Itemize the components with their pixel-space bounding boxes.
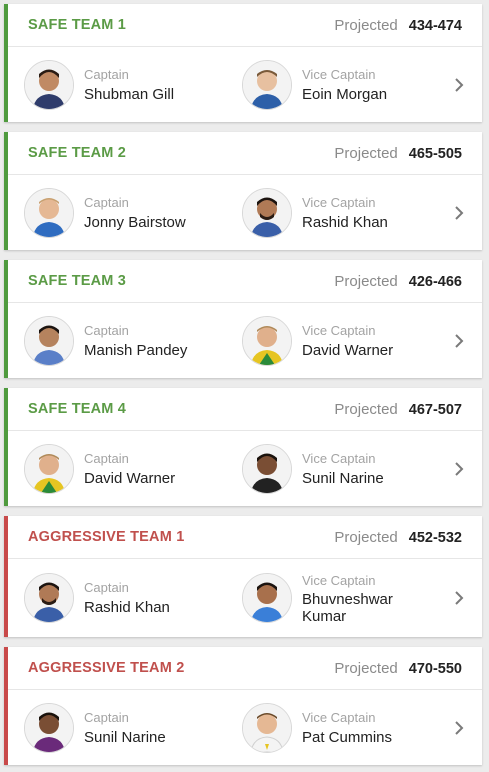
vice-captain-label: Vice Captain [302,194,376,210]
captain-label: Captain [84,322,129,338]
team-card-header: SAFE TEAM 4 Projected 467-507 [8,388,482,431]
player-avatar-icon [242,443,292,494]
captain-name: Sunil Narine [84,728,166,746]
chevron-right-icon[interactable] [450,589,468,607]
team-card-header: SAFE TEAM 2 Projected 465-505 [8,132,482,175]
player-avatar-icon [24,702,74,753]
captain-label: Captain [84,194,129,210]
projected-label: Projected [334,400,398,418]
vice-captain: Vice Captain Eoin Morgan [242,47,387,122]
team-name: SAFE TEAM 2 [28,145,127,161]
team-card-body[interactable]: Captain Manish Pandey Vice Captain David… [8,303,482,378]
captain-name: Shubman Gill [84,85,175,103]
captain: Captain Shubman Gill [24,47,174,122]
team-card[interactable]: AGGRESSIVE TEAM 1 Projected 452-532 Capt… [4,516,482,637]
team-name: SAFE TEAM 4 [28,401,127,417]
team-name: AGGRESSIVE TEAM 1 [28,529,185,545]
player-avatar-icon [24,187,74,238]
projected-value: 426-466 [408,273,462,290]
captain: Captain Sunil Narine [24,690,166,765]
vice-captain-name: Bhuvneshwar Kumar [302,590,393,625]
projected-score: Projected 426-466 [334,273,462,290]
projected-label: Projected [334,272,398,290]
captain: Captain David Warner [24,431,175,506]
vice-captain-label: Vice Captain [302,322,376,338]
captain-name: Manish Pandey [84,341,188,359]
projected-value: 467-507 [408,401,462,418]
captain-name: Rashid Khan [84,599,170,616]
player-avatar-icon [242,315,292,366]
vice-captain-name: Rashid Khan [302,213,388,231]
vice-captain: Vice Captain Pat Cummins [242,690,392,765]
team-name: AGGRESSIVE TEAM 2 [28,660,185,676]
chevron-right-icon[interactable] [450,719,468,737]
team-card[interactable]: SAFE TEAM 2 Projected 465-505 Captain Jo… [4,132,482,250]
player-avatar-icon [242,187,292,238]
team-card-header: AGGRESSIVE TEAM 2 Projected 470-550 [8,647,482,690]
team-card-header: AGGRESSIVE TEAM 1 Projected 452-532 [8,516,482,559]
captain-label: Captain [84,450,129,466]
vice-captain: Vice Captain Rashid Khan [242,175,388,250]
team-card-header: SAFE TEAM 3 Projected 426-466 [8,260,482,303]
projected-score: Projected 434-474 [334,17,462,34]
vice-captain-label: Vice Captain [302,572,376,588]
projected-label: Projected [334,144,398,162]
captain-label: Captain [84,66,129,82]
team-card[interactable]: AGGRESSIVE TEAM 2 Projected 470-550 Capt… [4,647,482,765]
player-avatar-icon [24,573,74,623]
team-card[interactable]: SAFE TEAM 4 Projected 467-507 Captain Da… [4,388,482,506]
player-avatar-icon [242,573,292,623]
chevron-right-icon[interactable] [450,76,468,94]
captain: Captain Jonny Bairstow [24,175,186,250]
projected-score: Projected 465-505 [334,145,462,162]
team-card[interactable]: SAFE TEAM 3 Projected 426-466 Captain Ma… [4,260,482,378]
team-card-body[interactable]: Captain David Warner Vice Captain Sunil … [8,431,482,506]
captain: Captain Manish Pandey [24,303,187,378]
captain-name: Jonny Bairstow [84,213,186,231]
vice-captain-name: Pat Cummins [302,728,393,746]
team-card[interactable]: SAFE TEAM 1 Projected 434-474 Captain Sh… [4,4,482,122]
projected-value: 434-474 [408,17,462,34]
vice-captain-name: Sunil Narine [302,469,384,487]
player-avatar-icon [24,443,74,494]
chevron-right-icon[interactable] [450,204,468,222]
team-card-header: SAFE TEAM 1 Projected 434-474 [8,4,482,47]
player-avatar-icon [242,59,292,110]
player-avatar-icon [24,59,74,110]
captain-label: Captain [84,709,129,725]
projected-value: 470-550 [408,660,462,677]
player-avatar-icon [242,702,292,753]
chevron-right-icon[interactable] [450,332,468,350]
team-card-body[interactable]: Captain Rashid Khan Vice Captain Bhuvnes… [8,559,482,637]
captain-name: David Warner [84,469,176,487]
vice-captain-name: David Warner [302,341,394,359]
captain: Captain Rashid Khan [24,559,170,637]
team-card-body[interactable]: Captain Sunil Narine Vice Captain Pat Cu… [8,690,482,765]
projected-label: Projected [334,16,398,34]
projected-score: Projected 452-532 [334,529,462,546]
chevron-right-icon[interactable] [450,460,468,478]
captain-label: Captain [84,580,129,595]
vice-captain: Vice Captain Bhuvneshwar Kumar [242,559,422,637]
projected-value: 465-505 [408,145,462,162]
team-name: SAFE TEAM 1 [28,17,127,33]
projected-value: 452-532 [408,529,462,546]
vice-captain-name: Eoin Morgan [302,85,388,103]
projected-label: Projected [334,528,398,546]
player-avatar-icon [24,315,74,366]
vice-captain-label: Vice Captain [302,450,376,466]
vice-captain-label: Vice Captain [302,66,376,82]
vice-captain-label: Vice Captain [302,709,376,725]
team-card-body[interactable]: Captain Jonny Bairstow Vice Captain Rash… [8,175,482,250]
projected-score: Projected 470-550 [334,660,462,677]
projected-label: Projected [334,659,398,677]
team-name: SAFE TEAM 3 [28,273,127,289]
vice-captain: Vice Captain David Warner [242,303,393,378]
vice-captain: Vice Captain Sunil Narine [242,431,384,506]
projected-score: Projected 467-507 [334,401,462,418]
team-card-body[interactable]: Captain Shubman Gill Vice Captain Eoin M… [8,47,482,122]
